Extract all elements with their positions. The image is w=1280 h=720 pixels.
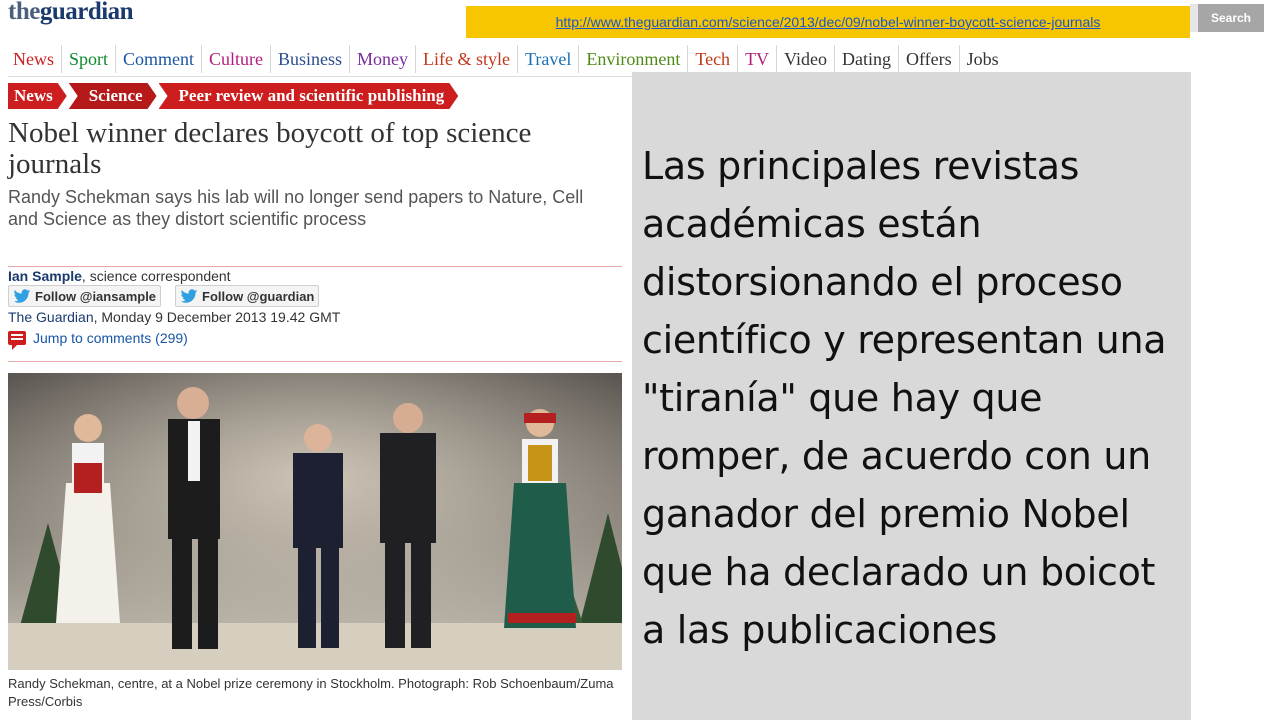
publish-date: , Monday 9 December 2013 19.42 GMT <box>93 309 341 325</box>
twitter-bird-icon <box>13 289 31 303</box>
nav-item-comment[interactable]: Comment <box>116 45 203 73</box>
divider <box>8 266 622 267</box>
main-navigation: News Sport Comment Culture Business Money Life… <box>6 45 1006 73</box>
twitter-bird-icon <box>180 289 198 303</box>
divider <box>8 361 622 362</box>
nav-item-sport[interactable]: Sport <box>62 45 117 73</box>
publication-link[interactable]: The Guardian <box>8 309 94 325</box>
nav-item-tech[interactable]: Tech <box>688 45 739 73</box>
search-button[interactable]: Search <box>1198 4 1264 32</box>
jump-to-comments-link[interactable]: Jump to comments (299) <box>8 330 188 350</box>
nav-item-offers[interactable]: Offers <box>899 45 960 73</box>
nav-divider <box>8 76 632 77</box>
article-headline: Nobel winner declares boycott of top sci… <box>8 117 532 180</box>
breadcrumb: News Science Peer review and scientific … <box>8 83 460 109</box>
byline: Ian Sample, science correspondent <box>8 268 231 284</box>
translation-overlay-text: Las principales revistas académicas está… <box>642 144 1167 652</box>
ceremony-photo-illustration <box>8 373 622 670</box>
photo-caption: Randy Schekman, centre, at a Nobel prize… <box>8 676 614 709</box>
nav-item-dating[interactable]: Dating <box>835 45 899 73</box>
author-link[interactable]: Ian Sample <box>8 268 82 284</box>
article-standfirst: Randy Schekman says his lab will no long… <box>8 187 584 229</box>
nav-item-life-style[interactable]: Life & style <box>416 45 519 73</box>
nav-item-environment[interactable]: Environment <box>579 45 689 73</box>
follow-iansample-button[interactable]: Follow @iansample <box>8 285 162 307</box>
nav-item-news[interactable]: News <box>6 45 62 73</box>
nav-item-jobs[interactable]: Jobs <box>960 45 1006 73</box>
nav-item-money[interactable]: Money <box>350 45 417 73</box>
nav-item-travel[interactable]: Travel <box>518 45 580 73</box>
article-url-link[interactable]: http://www.theguardian.com/science/2013/… <box>466 6 1190 38</box>
search-input[interactable] <box>1190 4 1198 32</box>
breadcrumb-news[interactable]: News <box>8 83 67 109</box>
nav-item-business[interactable]: Business <box>271 45 351 73</box>
author-role: , science correspondent <box>81 268 231 284</box>
follow-buttons: Follow @iansample Follow @guardian <box>8 285 320 307</box>
breadcrumb-science[interactable]: Science <box>69 83 157 109</box>
dateline: The Guardian, Monday 9 December 2013 19.… <box>8 309 340 325</box>
nav-item-video[interactable]: Video <box>777 45 835 73</box>
article-photo <box>8 373 622 670</box>
follow-guardian-button[interactable]: Follow @guardian <box>175 285 320 307</box>
comment-icon <box>8 331 26 350</box>
guardian-logo[interactable]: theguardian <box>8 0 134 26</box>
breadcrumb-peer-review[interactable]: Peer review and scientific publishing <box>159 83 459 109</box>
nav-item-tv[interactable]: TV <box>738 45 778 73</box>
nav-item-culture[interactable]: Culture <box>202 45 272 73</box>
